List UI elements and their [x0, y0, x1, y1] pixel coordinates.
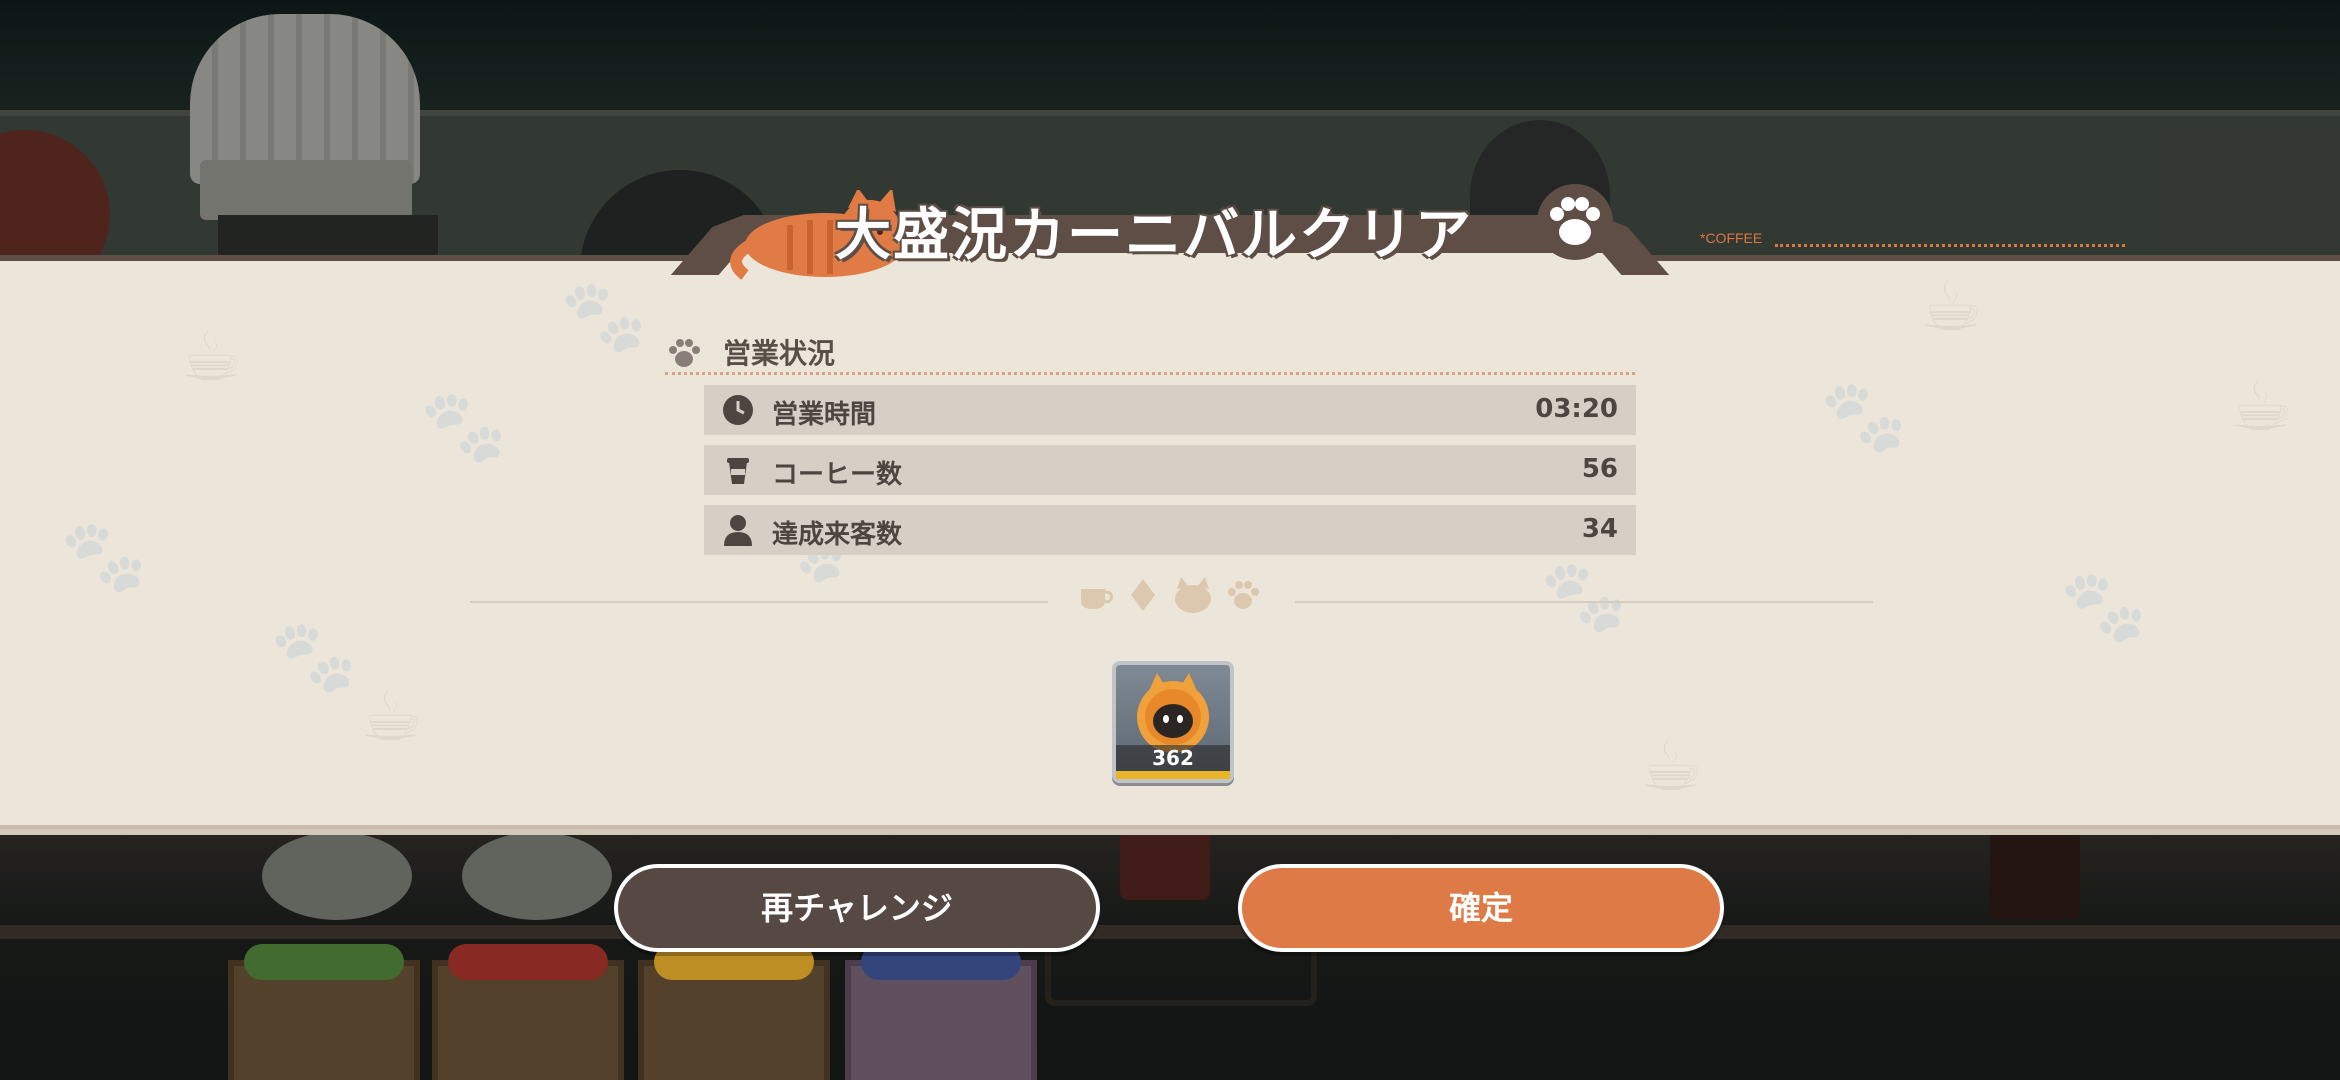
fish-ornament-icon — [1131, 579, 1155, 611]
section-title: 営業状況 — [723, 337, 836, 370]
reward-count: 362 — [1116, 745, 1230, 771]
stat-value: 34 — [1581, 514, 1618, 544]
divider-left — [470, 601, 1048, 603]
divider-ornament — [1075, 575, 1265, 623]
coffee-cup-icon — [727, 458, 749, 484]
stat-value: 03:20 — [1535, 394, 1618, 424]
stat-label: 達成来客数 — [772, 520, 903, 550]
coffee-dotted-line — [1775, 244, 2125, 247]
stat-row-business-time: 営業時間 03:20 — [704, 385, 1636, 435]
result-title: 大盛況カーニバルクリア — [835, 203, 1473, 268]
cup-ornament-icon — [1081, 589, 1113, 609]
divider-right — [1295, 601, 1873, 603]
clock-icon — [723, 395, 753, 425]
stat-label: 営業時間 — [772, 400, 877, 430]
confirm-button[interactable]: 確定 — [1238, 864, 1724, 952]
cat-ornament-icon — [1175, 577, 1211, 613]
stat-row-customers: 達成来客数 34 — [704, 505, 1636, 555]
coffee-tag: *COFFEE — [1700, 230, 1763, 246]
reward-item[interactable]: 362 — [1112, 661, 1234, 783]
paw-icon — [1537, 184, 1613, 260]
retry-button[interactable]: 再チャレンジ — [614, 864, 1100, 952]
section-paw-icon — [669, 339, 700, 367]
section-header: 営業状況 — [665, 330, 1635, 375]
stat-value: 56 — [1581, 454, 1618, 484]
stat-row-coffee-count: コーヒー数 56 — [704, 445, 1636, 495]
paw-ornament-icon — [1228, 581, 1259, 609]
stat-label: コーヒー数 — [772, 460, 903, 490]
person-icon — [724, 515, 752, 546]
reward-rarity-bar — [1116, 771, 1230, 779]
